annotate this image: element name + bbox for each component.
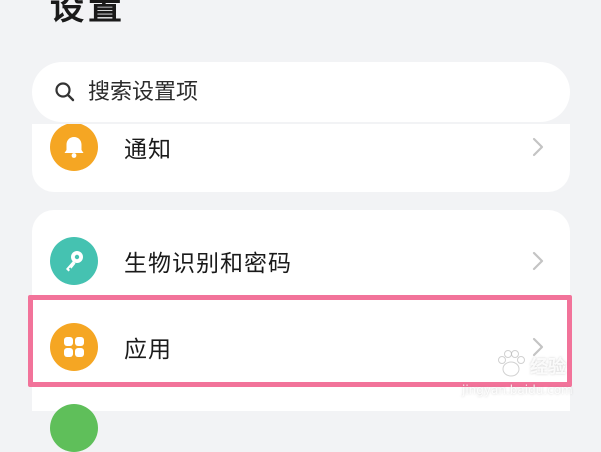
chevron-right-icon bbox=[528, 248, 548, 274]
search-bar[interactable] bbox=[32, 62, 570, 122]
settings-item-label: 生物识别和密码 bbox=[124, 251, 292, 277]
search-icon bbox=[52, 79, 78, 105]
page-title: 设置 bbox=[50, 0, 126, 28]
settings-item-apps[interactable]: 应用 bbox=[32, 302, 570, 392]
apps-grid-icon bbox=[50, 323, 98, 371]
chevron-right-icon bbox=[528, 134, 548, 160]
settings-item-label: 应用 bbox=[124, 337, 172, 363]
search-input[interactable] bbox=[88, 79, 528, 105]
bell-icon bbox=[50, 124, 98, 171]
settings-card-notifications: 通知 bbox=[32, 124, 570, 192]
next-item-icon bbox=[50, 404, 98, 452]
chevron-right-icon bbox=[528, 334, 548, 360]
settings-item-biometrics-password[interactable]: 生物识别和密码 bbox=[32, 216, 570, 306]
settings-card-security-apps: 生物识别和密码 应用 bbox=[32, 210, 570, 411]
settings-item-notifications[interactable]: 通知 bbox=[32, 124, 570, 192]
settings-item-label: 通知 bbox=[124, 137, 172, 163]
key-icon bbox=[50, 237, 98, 285]
